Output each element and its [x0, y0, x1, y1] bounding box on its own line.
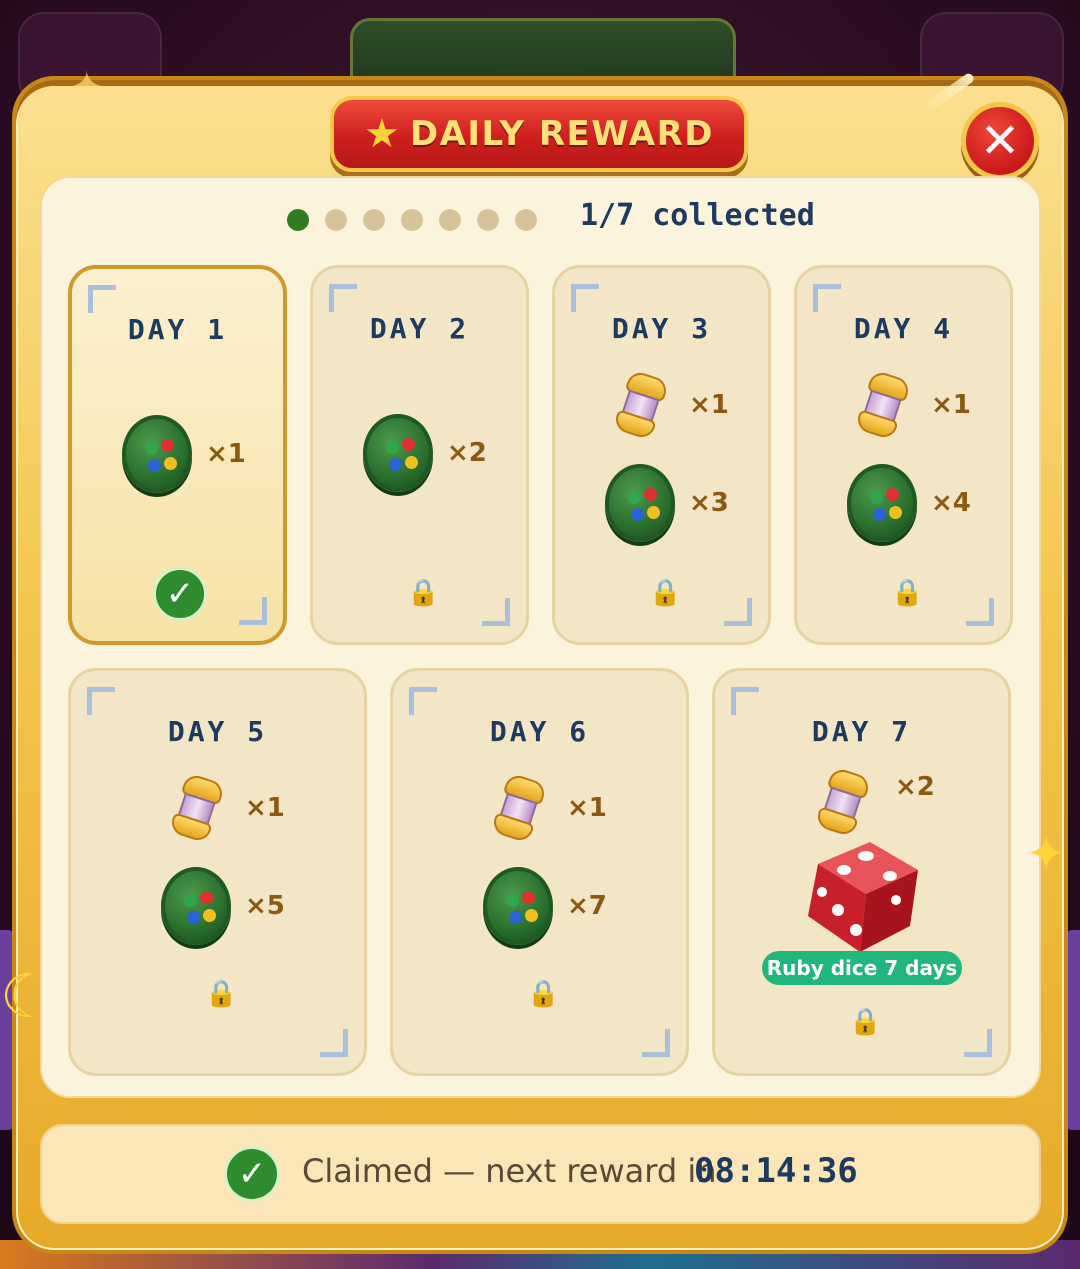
green-gem-token-icon [483, 867, 553, 945]
corner-bracket [329, 284, 357, 312]
progress-dot [439, 209, 461, 231]
corner-bracket [239, 597, 267, 625]
corner-bracket [731, 687, 759, 715]
claimed-check-icon: ✓ [153, 567, 207, 621]
green-gem-token-icon [161, 867, 231, 945]
day-label: DAY 7 [811, 715, 912, 748]
corner-bracket [571, 284, 599, 312]
reward-quantity: ×3 [689, 488, 729, 518]
reward-quantity: ×5 [245, 891, 285, 921]
corner-bracket [813, 284, 841, 312]
gold-capsule-icon [851, 368, 916, 442]
reward-quantity: ×1 [567, 793, 607, 823]
day-label: DAY 4 [853, 312, 954, 345]
gold-capsule-icon [609, 368, 674, 442]
day-label: DAY 2 [369, 312, 470, 345]
day-card-6[interactable]: DAY 6 ×1 ×7 🔒 [390, 668, 689, 1076]
reward-quantity: ×1 [689, 390, 729, 420]
star-icon: ★ [364, 111, 400, 157]
gold-capsule-icon [811, 765, 876, 839]
progress-dot-done [287, 209, 309, 231]
countdown-timer: 08:14:36 [694, 1151, 858, 1191]
corner-bracket [482, 598, 510, 626]
lock-icon: 🔒 [891, 578, 924, 608]
day-card-3[interactable]: DAY 3 ×1 ×3 🔒 [552, 265, 771, 645]
reward-quantity: ×7 [567, 891, 607, 921]
corner-bracket [320, 1029, 348, 1057]
reward-row: ×7 [483, 867, 607, 945]
ruby-dice-icon [808, 842, 918, 952]
close-button[interactable]: ✕ [961, 102, 1039, 180]
progress-label: 1/7 collected [580, 198, 815, 233]
green-gem-token-icon [605, 464, 675, 542]
reward-quantity: ×1 [245, 793, 285, 823]
reward-quantity: ×4 [931, 488, 971, 518]
claimed-check-icon: ✓ [224, 1146, 280, 1202]
green-gem-token-icon [122, 415, 192, 493]
reward-quantity: ×2 [447, 438, 487, 468]
modal-title: DAILY REWARD [409, 114, 714, 154]
green-gem-token-icon [847, 464, 917, 542]
day-card-2[interactable]: DAY 2 ×2 🔒 [310, 265, 529, 645]
lock-icon: 🔒 [527, 979, 560, 1009]
corner-bracket [87, 687, 115, 715]
reward-row: ×1 [122, 415, 246, 493]
day-label: DAY 1 [127, 313, 228, 346]
reward-quantity: ×2 [895, 772, 935, 802]
reward-row: ×2 [814, 766, 935, 838]
corner-bracket [409, 687, 437, 715]
corner-bracket [724, 598, 752, 626]
day-label: DAY 5 [167, 715, 268, 748]
sparkle-icon: ✦ [70, 64, 104, 110]
green-gem-token-icon [363, 414, 433, 492]
reward-quantity: ×1 [931, 390, 971, 420]
lock-icon: 🔒 [649, 578, 682, 608]
corner-bracket [642, 1029, 670, 1057]
close-icon: ✕ [979, 113, 1021, 169]
reward-row: ×4 [847, 464, 971, 542]
progress-dot [477, 209, 499, 231]
reward-row: ×3 [605, 464, 729, 542]
progress-dot [363, 209, 385, 231]
day-card-4[interactable]: DAY 4 ×1 ×4 🔒 [794, 265, 1013, 645]
progress-dots [287, 207, 537, 233]
progress-dot [401, 209, 423, 231]
day-label: DAY 6 [489, 715, 590, 748]
reward-quantity: ×1 [206, 439, 246, 469]
reward-row: ×2 [363, 414, 487, 492]
background-side-panel-right [1066, 930, 1080, 1130]
reward-row: ×1 [612, 369, 729, 441]
modal-title-banner: ★ DAILY REWARD [330, 96, 748, 172]
corner-bracket [88, 285, 116, 313]
sparkle-icon: ✦ [1026, 826, 1067, 882]
corner-bracket [964, 1029, 992, 1057]
day-card-5[interactable]: DAY 5 ×1 ×5 🔒 [68, 668, 367, 1076]
lock-icon: 🔒 [205, 979, 238, 1009]
status-text: Claimed — next reward in [302, 1152, 717, 1190]
gold-capsule-icon [487, 771, 552, 845]
day-card-1[interactable]: DAY 1 ×1 ✓ [68, 265, 287, 645]
progress-dot [515, 209, 537, 231]
reward-row: ×1 [168, 772, 285, 844]
ruby-dice-badge: Ruby dice 7 days [762, 951, 962, 985]
moon-icon: ☾ [0, 962, 54, 1032]
reward-row: ×1 [490, 772, 607, 844]
lock-icon: 🔒 [407, 578, 440, 608]
lock-icon: 🔒 [849, 1007, 882, 1037]
corner-bracket [966, 598, 994, 626]
day-label: DAY 3 [611, 312, 712, 345]
reward-row: ×5 [161, 867, 285, 945]
gold-capsule-icon [165, 771, 230, 845]
progress-dot [325, 209, 347, 231]
reward-row: ×1 [854, 369, 971, 441]
